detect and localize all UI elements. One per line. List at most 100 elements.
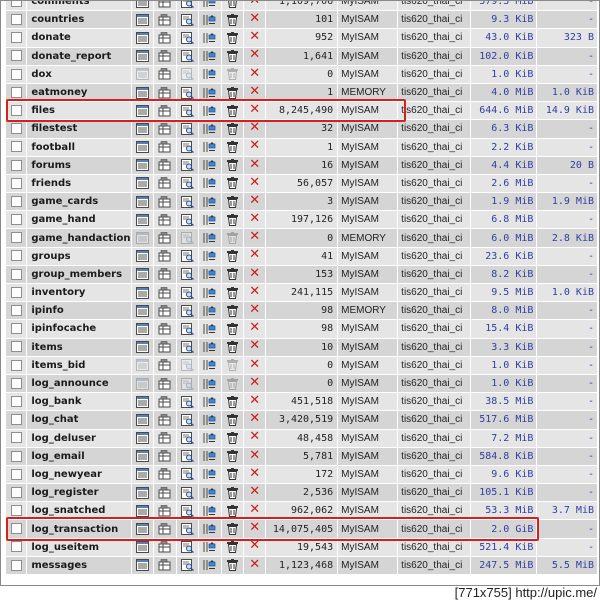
table-name-link[interactable]: log_register [27, 484, 131, 502]
insert-action[interactable] [199, 356, 221, 374]
row-checkbox[interactable] [10, 450, 22, 462]
search-icon[interactable] [180, 213, 194, 226]
search-icon[interactable] [180, 104, 194, 117]
search-icon[interactable] [180, 359, 194, 372]
structure-action[interactable] [154, 556, 176, 574]
empty-action[interactable] [221, 356, 244, 374]
browse-icon[interactable] [135, 195, 149, 208]
insert-icon[interactable] [203, 177, 216, 189]
search-icon[interactable] [180, 468, 194, 481]
structure-icon[interactable] [158, 68, 171, 80]
browse-icon[interactable] [135, 559, 149, 572]
row-checkbox[interactable] [10, 86, 22, 98]
structure-action[interactable] [154, 484, 176, 502]
empty-icon[interactable] [226, 232, 239, 245]
empty-icon[interactable] [226, 13, 239, 26]
browse-action[interactable] [131, 120, 154, 138]
insert-action[interactable] [199, 193, 221, 211]
drop-action[interactable]: ✕ [244, 520, 266, 538]
empty-icon[interactable] [226, 377, 239, 390]
structure-icon[interactable] [158, 450, 171, 462]
browse-icon[interactable] [135, 341, 149, 354]
insert-action[interactable] [199, 120, 221, 138]
browse-action[interactable] [131, 229, 154, 247]
empty-action[interactable] [221, 156, 244, 174]
row-checkbox[interactable] [10, 432, 22, 444]
table-name-link[interactable]: inventory [27, 284, 131, 302]
structure-icon[interactable] [158, 123, 171, 135]
empty-action[interactable] [221, 502, 244, 520]
empty-action[interactable] [221, 65, 244, 83]
insert-icon[interactable] [203, 468, 216, 480]
structure-action[interactable] [154, 338, 176, 356]
drop-action[interactable]: ✕ [244, 429, 266, 447]
search-icon[interactable] [180, 195, 194, 208]
empty-action[interactable] [221, 102, 244, 120]
drop-icon[interactable]: ✕ [249, 503, 260, 516]
structure-action[interactable] [154, 502, 176, 520]
browse-icon[interactable] [135, 286, 149, 299]
browse-icon[interactable] [135, 504, 149, 517]
search-action[interactable] [176, 29, 199, 47]
structure-icon[interactable] [158, 86, 171, 99]
drop-action[interactable]: ✕ [244, 411, 266, 429]
insert-action[interactable] [199, 411, 221, 429]
table-name-link[interactable]: game_hand [27, 211, 131, 229]
search-icon[interactable] [180, 286, 194, 299]
search-action[interactable] [176, 393, 199, 411]
empty-icon[interactable] [226, 359, 239, 372]
drop-action[interactable]: ✕ [244, 465, 266, 484]
search-action[interactable] [176, 265, 199, 283]
table-name-link[interactable]: football [27, 138, 131, 156]
drop-action[interactable]: ✕ [244, 265, 266, 283]
drop-icon[interactable]: ✕ [249, 230, 260, 243]
row-checkbox[interactable] [10, 268, 22, 280]
insert-icon[interactable] [203, 323, 216, 335]
insert-action[interactable] [199, 538, 221, 556]
drop-action[interactable]: ✕ [244, 247, 266, 265]
drop-action[interactable]: ✕ [244, 484, 266, 502]
insert-icon[interactable] [203, 396, 216, 408]
empty-icon[interactable] [226, 486, 239, 499]
browse-action[interactable] [131, 429, 154, 447]
structure-icon[interactable] [158, 486, 171, 499]
browse-action[interactable] [131, 538, 154, 556]
search-action[interactable] [176, 320, 199, 338]
browse-action[interactable] [131, 338, 154, 356]
table-name-link[interactable]: donate [27, 29, 131, 47]
row-checkbox[interactable] [10, 286, 22, 298]
empty-action[interactable] [221, 465, 244, 484]
structure-icon[interactable] [158, 523, 171, 535]
table-name-link[interactable]: eatmoney [27, 83, 131, 102]
empty-action[interactable] [221, 556, 244, 574]
search-action[interactable] [176, 11, 199, 29]
structure-icon[interactable] [158, 286, 171, 299]
drop-action[interactable]: ✕ [244, 102, 266, 120]
structure-icon[interactable] [158, 250, 171, 262]
table-name-link[interactable]: comments [27, 1, 131, 11]
empty-action[interactable] [221, 174, 244, 193]
empty-action[interactable] [221, 393, 244, 411]
row-checkbox[interactable] [10, 214, 22, 226]
empty-icon[interactable] [226, 50, 239, 63]
browse-action[interactable] [131, 29, 154, 47]
browse-action[interactable] [131, 1, 154, 11]
structure-icon[interactable] [158, 104, 171, 117]
search-icon[interactable] [180, 413, 194, 426]
browse-action[interactable] [131, 320, 154, 338]
table-name-link[interactable]: game_handaction [27, 229, 131, 247]
table-name-link[interactable]: log_useitem [27, 538, 131, 556]
insert-icon[interactable] [203, 105, 216, 117]
insert-action[interactable] [199, 429, 221, 447]
empty-icon[interactable] [226, 504, 239, 517]
empty-action[interactable] [221, 520, 244, 538]
table-name-link[interactable]: countries [27, 11, 131, 29]
browse-icon[interactable] [135, 377, 149, 390]
browse-icon[interactable] [135, 250, 149, 263]
structure-action[interactable] [154, 83, 176, 102]
browse-action[interactable] [131, 411, 154, 429]
search-action[interactable] [176, 338, 199, 356]
drop-action[interactable]: ✕ [244, 65, 266, 83]
insert-action[interactable] [199, 174, 221, 193]
empty-action[interactable] [221, 193, 244, 211]
